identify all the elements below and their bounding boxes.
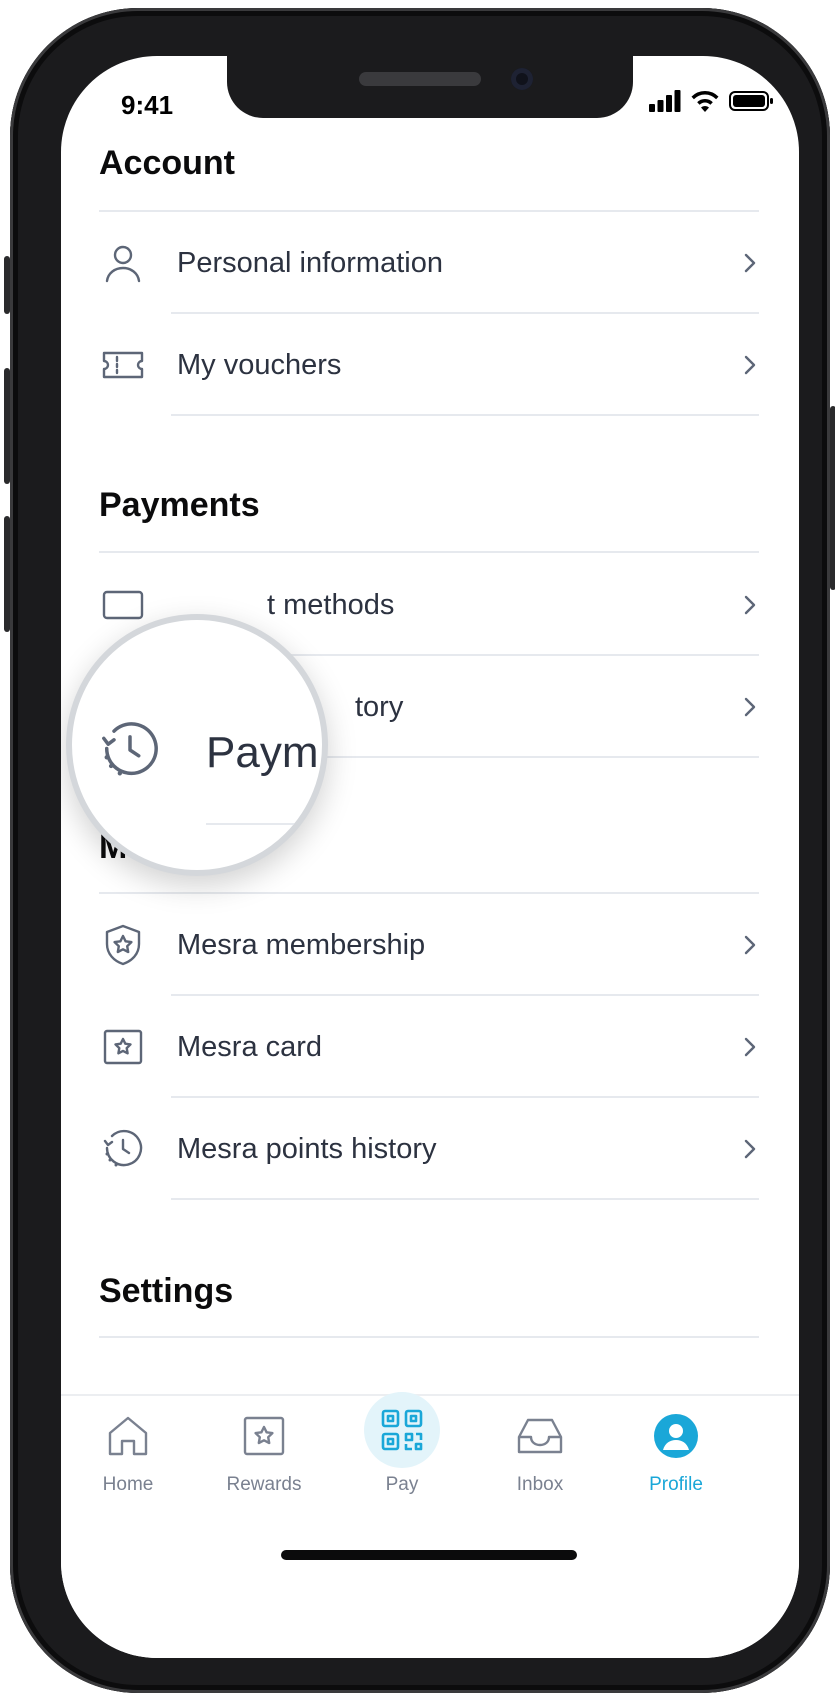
status-time: 9:41 <box>121 90 174 120</box>
volume-up-button <box>4 368 10 484</box>
ticket-icon <box>99 341 147 389</box>
rewards-icon <box>199 1408 329 1464</box>
home-indicator <box>281 1550 577 1560</box>
row-label: Mesra membership <box>177 928 426 961</box>
divider <box>206 823 322 825</box>
wifi-icon <box>691 90 719 117</box>
tab-home[interactable]: Home <box>63 1408 193 1496</box>
tab-label: Rewards <box>226 1474 302 1495</box>
screen: Account Personal information My vouchers… <box>61 56 799 1658</box>
shield-star-icon <box>99 921 147 969</box>
chevron-right-icon <box>744 935 756 955</box>
power-button <box>830 406 835 590</box>
profile-icon <box>611 1408 741 1464</box>
tab-label: Home <box>102 1474 154 1495</box>
tab-rewards[interactable]: Rewards <box>199 1408 329 1496</box>
inbox-icon <box>475 1408 605 1464</box>
history-icon <box>99 1125 147 1173</box>
magnifier-lens: Paym <box>66 614 328 876</box>
tab-profile[interactable]: Profile <box>611 1408 741 1496</box>
card-icon <box>99 581 147 629</box>
phone-frame: Account Personal information My vouchers… <box>4 8 835 1693</box>
row-mesra-membership[interactable]: Mesra membership <box>99 890 761 1000</box>
signal-icon <box>649 90 681 117</box>
notch <box>227 56 633 118</box>
speaker <box>359 72 481 86</box>
row-personal-information[interactable]: Personal information <box>99 208 761 318</box>
row-label: Personal information <box>177 246 443 279</box>
volume-down-button <box>4 516 10 632</box>
tab-label: Pay <box>385 1474 419 1495</box>
bottom-tab-bar: Home Rewards Pay Inbox Profile <box>61 1392 799 1658</box>
home-icon <box>63 1408 193 1464</box>
section-title-payments: Payments <box>99 486 260 524</box>
divider <box>171 1198 759 1200</box>
row-label: My vouchers <box>177 348 342 381</box>
row-label: t methods <box>267 588 395 621</box>
chevron-right-icon <box>744 1139 756 1159</box>
section-title-account: Account <box>99 144 235 182</box>
tab-pay[interactable]: Pay <box>337 1392 467 1496</box>
history-icon <box>98 718 162 787</box>
person-icon <box>99 239 147 287</box>
mute-switch <box>4 256 10 314</box>
row-my-vouchers[interactable]: My vouchers <box>99 310 761 420</box>
chevron-right-icon <box>744 1037 756 1057</box>
tab-label: Profile <box>649 1474 703 1495</box>
row-label: Mesra points history <box>177 1132 437 1165</box>
battery-icon <box>729 90 773 117</box>
row-label: Mesra card <box>177 1030 323 1063</box>
chevron-right-icon <box>744 697 756 717</box>
tab-inbox[interactable]: Inbox <box>475 1408 605 1496</box>
chevron-right-icon <box>744 253 756 273</box>
qr-icon <box>364 1392 440 1468</box>
divider <box>99 1336 759 1338</box>
row-mesra-points-history[interactable]: Mesra points history <box>99 1094 761 1204</box>
row-mesra-card[interactable]: Mesra card <box>99 992 761 1102</box>
status-icons <box>649 90 773 117</box>
camera <box>511 68 533 90</box>
chevron-right-icon <box>744 595 756 615</box>
magnified-label: Paym <box>206 728 319 777</box>
pay-tab-highlight <box>337 1392 467 1468</box>
divider <box>171 414 759 416</box>
tab-label: Inbox <box>516 1474 564 1495</box>
section-title-settings: Settings <box>99 1272 234 1310</box>
chevron-right-icon <box>744 355 756 375</box>
star-card-icon <box>99 1023 147 1071</box>
